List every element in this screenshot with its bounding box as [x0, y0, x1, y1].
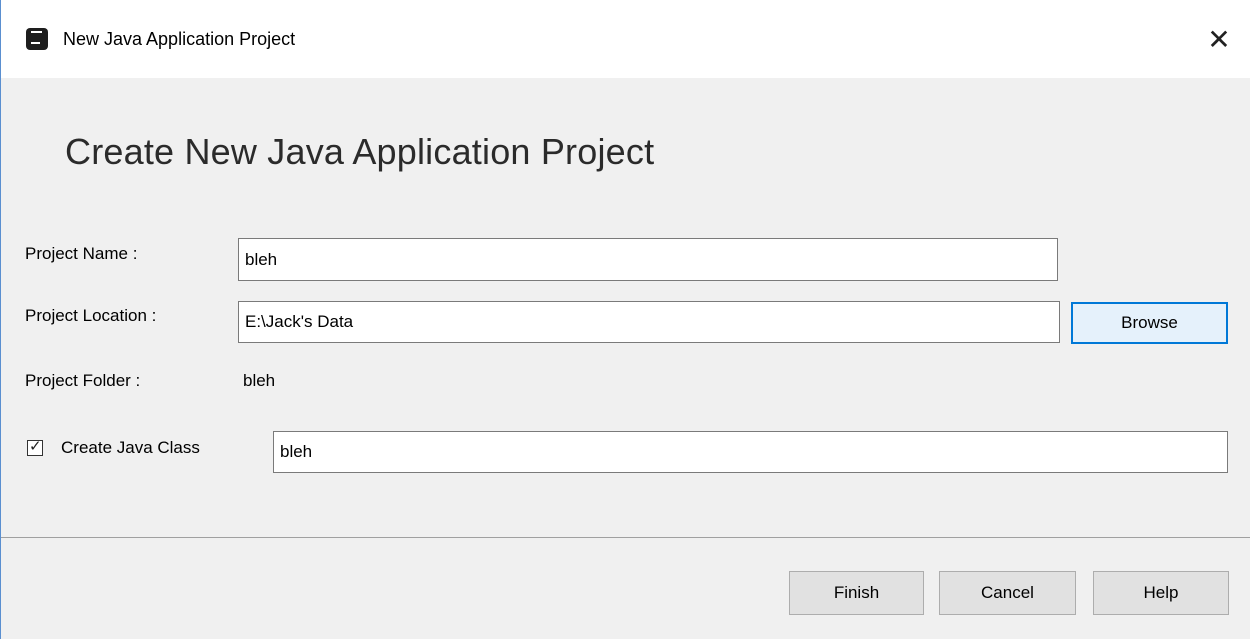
dialog-window: New Java Application Project ✕ Create Ne… — [0, 0, 1250, 639]
project-folder-label: Project Folder : — [25, 371, 141, 390]
project-folder-value: bleh — [243, 371, 276, 390]
java-class-name-input[interactable] — [273, 431, 1228, 473]
finish-button[interactable]: Finish — [789, 571, 924, 615]
app-logo-icon — [26, 28, 48, 50]
project-location-input[interactable] — [238, 301, 1060, 343]
title-bar[interactable]: New Java Application Project ✕ — [1, 0, 1250, 78]
footer-divider — [1, 537, 1250, 538]
window-title: New Java Application Project — [63, 29, 296, 49]
create-java-class-checkbox[interactable]: ✓ — [27, 438, 43, 456]
page-title: Create New Java Application Project — [65, 131, 655, 172]
create-java-class-label[interactable]: Create Java Class — [61, 438, 200, 458]
close-icon: ✕ — [1207, 24, 1231, 55]
project-name-input[interactable] — [238, 238, 1058, 281]
help-button[interactable]: Help — [1093, 571, 1229, 615]
project-name-label: Project Name : — [25, 244, 138, 263]
cancel-button[interactable]: Cancel — [939, 571, 1076, 615]
close-button[interactable]: ✕ — [1199, 20, 1239, 60]
browse-button[interactable]: Browse — [1071, 302, 1228, 344]
project-location-label: Project Location : — [25, 306, 157, 325]
checkmark-icon: ✓ — [29, 438, 42, 455]
